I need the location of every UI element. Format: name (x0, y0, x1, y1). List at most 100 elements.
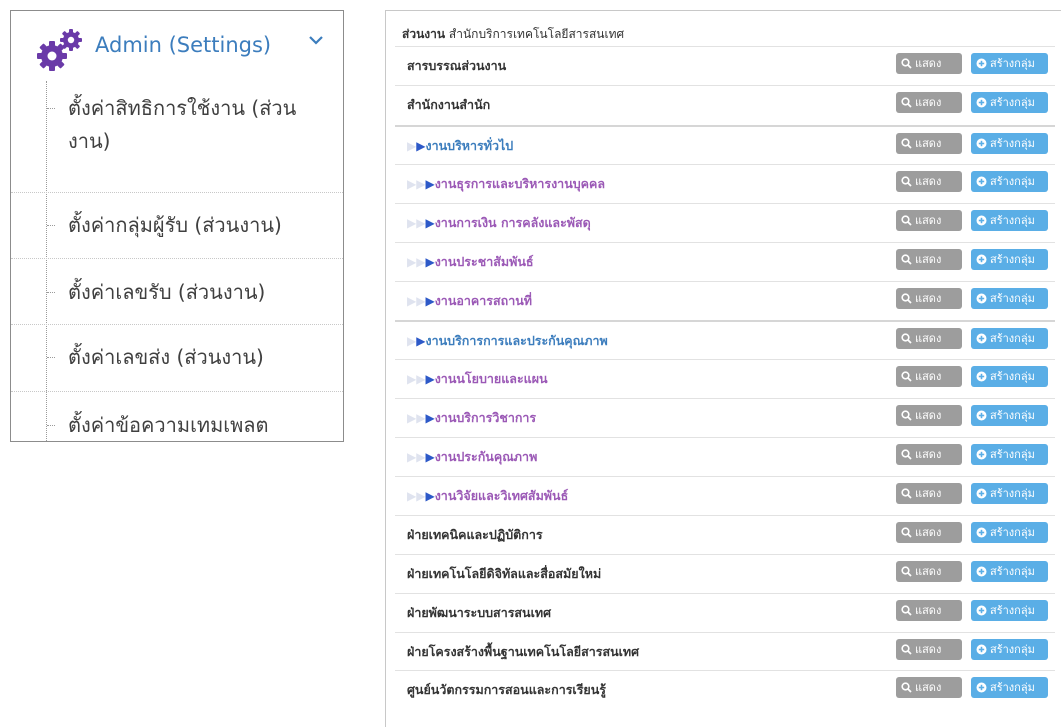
show-button-label: แสดง (915, 604, 942, 617)
search-icon (901, 371, 912, 382)
settings-item-recipient-groups[interactable]: ตั้งค่ากลุ่มผู้รับ (ส่วนงาน) (11, 193, 343, 259)
department-groups-panel: ส่วนงาน สำนักบริการเทคโนโลยีสารสนเทศ สาร… (385, 10, 1061, 727)
create-group-button-label: สร้างกลุ่ม (990, 370, 1035, 383)
panel-title: ส่วนงาน สำนักบริการเทคโนโลยีสารสนเทศ (402, 25, 624, 44)
group-row-label[interactable]: สำนักงานสำนัก (407, 95, 490, 115)
create-group-button[interactable]: สร้างกลุ่ม (971, 171, 1048, 192)
expand-triangle-icon[interactable]: ▶ (425, 411, 434, 425)
show-button-label: แสดง (915, 448, 942, 461)
expand-triangle-icon[interactable]: ▶ (425, 216, 434, 230)
show-button[interactable]: แสดง (896, 600, 962, 621)
plus-circle-icon (976, 58, 987, 69)
create-group-button-label: สร้างกลุ่ม (990, 681, 1035, 694)
group-row-label[interactable]: ▶▶▶งานนโยบายและแผน (407, 369, 548, 389)
create-group-button-label: สร้างกลุ่ม (990, 409, 1035, 422)
group-row-label[interactable]: ▶▶▶งานวิจัยและวิเทศสัมพันธ์ (407, 486, 568, 506)
show-button[interactable]: แสดง (896, 366, 962, 387)
group-row: ▶▶งานบริการการและประกันคุณภาพ แสดง สร้างกล… (395, 320, 1055, 354)
group-row-label[interactable]: ▶▶▶งานบริการวิชาการ (407, 408, 536, 428)
group-row: ฝ่ายโครงสร้างพื้นฐานเทคโนโลยีสารสนเทศ แสด… (395, 632, 1055, 666)
show-button[interactable]: แสดง (896, 483, 962, 504)
create-group-button-label: สร้างกลุ่ม (990, 332, 1035, 345)
show-button[interactable]: แสดง (896, 288, 962, 309)
show-button[interactable]: แสดง (896, 639, 962, 660)
group-name: ฝ่ายเทคนิคและปฏิบัติการ (407, 527, 543, 542)
group-row-label[interactable]: ▶▶▶งานอาคารสถานที่ (407, 291, 532, 311)
group-row-label[interactable]: สารบรรณส่วนงาน (407, 56, 506, 76)
expand-triangle-icon[interactable]: ▶ (425, 450, 434, 464)
expand-triangle-icon[interactable]: ▶ (425, 294, 434, 308)
group-row-label[interactable]: ▶▶▶งานประกันคุณภาพ (407, 447, 537, 467)
settings-item-message-template[interactable]: ตั้งค่าข้อความเทมเพลต (11, 392, 343, 441)
expand-triangle-icon[interactable]: ▶ (425, 372, 434, 386)
create-group-button[interactable]: สร้างกลุ่ม (971, 405, 1048, 426)
create-group-button-label: สร้างกลุ่ม (990, 487, 1035, 500)
group-row: ฝ่ายเทคโนโลยีดิจิทัลและสื่อสมัยใหม่ แสดง ส… (395, 554, 1055, 588)
group-row-label[interactable]: ศูนย์นวัตกรรมการสอนและการเรียนรู้ (407, 680, 606, 700)
create-group-button[interactable]: สร้างกลุ่ม (971, 92, 1048, 113)
expand-triangle-icon[interactable]: ▶ (425, 489, 434, 503)
indent-triangle-icon: ▶ (407, 177, 417, 191)
settings-item-send-number[interactable]: ตั้งค่าเลขส่ง (ส่วนงาน) (11, 325, 343, 392)
group-row-label[interactable]: ฝ่ายเทคโนโลยีดิจิทัลและสื่อสมัยใหม่ (407, 564, 601, 584)
settings-item-receive-number[interactable]: ตั้งค่าเลขรับ (ส่วนงาน) (11, 259, 343, 325)
expand-triangle-icon[interactable]: ▶ (425, 255, 434, 269)
show-button[interactable]: แสดง (896, 210, 962, 231)
group-row-label[interactable]: ▶▶▶งานประชาสัมพันธ์ (407, 252, 534, 272)
show-button[interactable]: แสดง (896, 522, 962, 543)
show-button-label: แสดง (915, 681, 942, 694)
expand-triangle-icon[interactable]: ▶ (425, 177, 434, 191)
create-group-button[interactable]: สร้างกลุ่ม (971, 288, 1048, 309)
create-group-button[interactable]: สร้างกลุ่ม (971, 483, 1048, 504)
plus-circle-icon (976, 176, 987, 187)
create-group-button[interactable]: สร้างกลุ่ม (971, 677, 1048, 698)
show-button[interactable]: แสดง (896, 133, 962, 154)
search-icon (901, 488, 912, 499)
show-button[interactable]: แสดง (896, 405, 962, 426)
show-button[interactable]: แสดง (896, 677, 962, 698)
create-group-button[interactable]: สร้างกลุ่ม (971, 210, 1048, 231)
indent-triangle-icon: ▶ (407, 334, 417, 348)
plus-circle-icon (976, 605, 987, 616)
create-group-button[interactable]: สร้างกลุ่ม (971, 522, 1048, 543)
show-button[interactable]: แสดง (896, 561, 962, 582)
create-group-button[interactable]: สร้างกลุ่ม (971, 366, 1048, 387)
create-group-button-label: สร้างกลุ่ม (990, 96, 1035, 109)
create-group-button[interactable]: สร้างกลุ่ม (971, 639, 1048, 660)
show-button[interactable]: แสดง (896, 92, 962, 113)
indent-triangle-icon: ▶ (407, 450, 417, 464)
group-row-label[interactable]: ฝ่ายเทคนิคและปฏิบัติการ (407, 525, 543, 545)
settings-list: ตั้งค่าสิทธิการใช้งาน (ส่วนงาน) ตั้งค่าก… (11, 81, 343, 441)
group-row-label[interactable]: ฝ่ายโครงสร้างพื้นฐานเทคโนโลยีสารสนเทศ (407, 642, 639, 662)
group-row-label[interactable]: ▶▶▶งานการเงิน การคลังและพัสดุ (407, 213, 591, 233)
show-button[interactable]: แสดง (896, 444, 962, 465)
settings-item-permissions[interactable]: ตั้งค่าสิทธิการใช้งาน (ส่วนงาน) (11, 81, 343, 193)
search-icon (901, 449, 912, 460)
plus-circle-icon (976, 254, 987, 265)
create-group-button[interactable]: สร้างกลุ่ม (971, 561, 1048, 582)
create-group-button[interactable]: สร้างกลุ่ม (971, 328, 1048, 349)
show-button[interactable]: แสดง (896, 53, 962, 74)
create-group-button[interactable]: สร้างกลุ่ม (971, 444, 1048, 465)
show-button-label: แสดง (915, 175, 942, 188)
group-name: งานการเงิน การคลังและพัสดุ (434, 215, 591, 230)
search-icon (901, 97, 912, 108)
create-group-button[interactable]: สร้างกลุ่ม (971, 53, 1048, 74)
create-group-button-label: สร้างกลุ่ม (990, 253, 1035, 266)
show-button[interactable]: แสดง (896, 171, 962, 192)
create-group-button[interactable]: สร้างกลุ่ม (971, 600, 1048, 621)
create-group-button[interactable]: สร้างกลุ่ม (971, 133, 1048, 154)
group-row: ▶▶▶งานบริการวิชาการ แสดง สร้างกลุ่ม (395, 398, 1055, 432)
group-row-label[interactable]: ฝ่ายพัฒนาระบบสารสนเทศ (407, 603, 551, 623)
show-button-label: แสดง (915, 253, 942, 266)
group-name: งานประชาสัมพันธ์ (434, 254, 534, 269)
group-row-label[interactable]: ▶▶งานบริหารทั่วไป (407, 136, 513, 156)
chevron-down-icon[interactable] (309, 35, 323, 45)
show-button[interactable]: แสดง (896, 249, 962, 270)
create-group-button[interactable]: สร้างกลุ่ม (971, 249, 1048, 270)
admin-settings-header[interactable]: Admin (Settings) (11, 11, 343, 81)
group-row-label[interactable]: ▶▶▶งานธุรการและบริหารงานบุคคล (407, 174, 605, 194)
show-button[interactable]: แสดง (896, 328, 962, 349)
create-group-button-label: สร้างกลุ่ม (990, 565, 1035, 578)
group-row-label[interactable]: ▶▶งานบริการการและประกันคุณภาพ (407, 331, 608, 351)
